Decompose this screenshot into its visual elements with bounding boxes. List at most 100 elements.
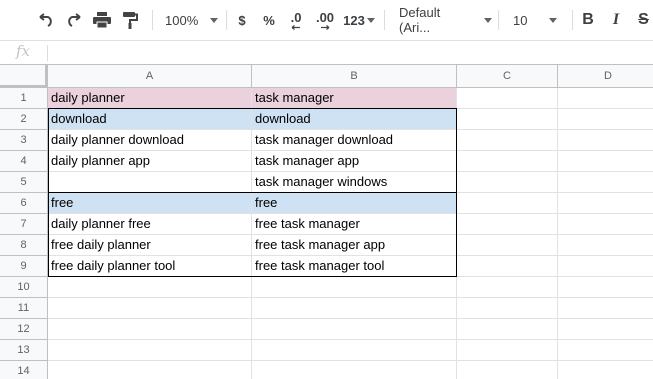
cell-c4[interactable] xyxy=(457,151,558,172)
cell-d3[interactable] xyxy=(558,130,653,151)
cell-a1[interactable]: daily planner xyxy=(48,88,252,109)
toolbar-separator xyxy=(152,10,153,30)
row-header[interactable]: 13 xyxy=(0,340,48,361)
cell-b9[interactable]: free task manager tool xyxy=(252,256,457,277)
zoom-select[interactable]: 100% xyxy=(160,9,222,31)
cell-b5[interactable]: task manager windows xyxy=(252,172,457,193)
column-header-c[interactable]: C xyxy=(457,64,558,88)
italic-button[interactable]: I xyxy=(606,9,626,31)
cell-d4[interactable] xyxy=(558,151,653,172)
row-header[interactable]: 14 xyxy=(0,361,48,379)
cell-a14[interactable] xyxy=(48,361,252,379)
paint-roller-icon xyxy=(123,12,138,29)
cell-a3[interactable]: daily planner download xyxy=(48,130,252,151)
cell-a4[interactable]: daily planner app xyxy=(48,151,252,172)
cell-b8[interactable]: free task manager app xyxy=(252,235,457,256)
cell-d10[interactable] xyxy=(558,277,653,298)
cell-d9[interactable] xyxy=(558,256,653,277)
cell-b11[interactable] xyxy=(252,298,457,319)
column-header-b[interactable]: B xyxy=(252,64,457,88)
chevron-down-icon xyxy=(210,17,219,23)
column-header-d[interactable]: D xyxy=(558,64,653,88)
undo-icon xyxy=(39,13,52,27)
row-header[interactable]: 9 xyxy=(0,256,48,277)
cell-c13[interactable] xyxy=(457,340,558,361)
cell-a8[interactable]: free daily planner xyxy=(48,235,252,256)
cell-c10[interactable] xyxy=(457,277,558,298)
row-header[interactable]: 5 xyxy=(0,172,48,193)
row-header[interactable]: 10 xyxy=(0,277,48,298)
row-header[interactable]: 8 xyxy=(0,235,48,256)
cell-c8[interactable] xyxy=(457,235,558,256)
cell-b7[interactable]: free task manager xyxy=(252,214,457,235)
cell-d2[interactable] xyxy=(558,109,653,130)
percent-format-button[interactable]: % xyxy=(259,9,279,31)
row-header[interactable]: 4 xyxy=(0,151,48,172)
number-format-select[interactable]: 123 xyxy=(341,9,377,31)
cell-d8[interactable] xyxy=(558,235,653,256)
paint-format-button[interactable] xyxy=(118,9,142,31)
font-family-select[interactable]: Default (Ari... xyxy=(392,5,492,35)
cell-a6[interactable]: free xyxy=(48,193,252,214)
select-all-corner[interactable] xyxy=(0,64,48,88)
formula-input[interactable] xyxy=(54,44,644,62)
cell-c3[interactable] xyxy=(457,130,558,151)
cell-d12[interactable] xyxy=(558,319,653,340)
cell-a10[interactable] xyxy=(48,277,252,298)
cell-a9[interactable]: free daily planner tool xyxy=(48,256,252,277)
row-header[interactable]: 12 xyxy=(0,319,48,340)
arrow-right-icon xyxy=(321,24,330,30)
cell-c11[interactable] xyxy=(457,298,558,319)
undo-button[interactable] xyxy=(34,9,58,31)
cell-c12[interactable] xyxy=(457,319,558,340)
row-header[interactable]: 6 xyxy=(0,193,48,214)
font-size-value: 10 xyxy=(513,12,528,28)
row-header[interactable]: 2 xyxy=(0,109,48,130)
font-size-select[interactable]: 10 xyxy=(505,9,569,31)
cell-a5[interactable] xyxy=(48,172,252,193)
cell-b12[interactable] xyxy=(252,319,457,340)
currency-format-button[interactable]: $ xyxy=(232,9,252,31)
cell-d7[interactable] xyxy=(558,214,653,235)
cell-d11[interactable] xyxy=(558,298,653,319)
cell-b10[interactable] xyxy=(252,277,457,298)
cell-a2[interactable]: download xyxy=(48,109,252,130)
cell-b2[interactable]: download xyxy=(252,109,457,130)
cell-d1[interactable] xyxy=(558,88,653,109)
cell-b4[interactable]: task manager app xyxy=(252,151,457,172)
strikethrough-button[interactable]: S xyxy=(634,9,653,31)
cell-b6[interactable]: free xyxy=(252,193,457,214)
zoom-value: 100% xyxy=(165,12,199,28)
cell-c7[interactable] xyxy=(457,214,558,235)
cell-d5[interactable] xyxy=(558,172,653,193)
cell-d14[interactable] xyxy=(558,361,653,379)
percent-label: % xyxy=(263,12,275,28)
redo-button[interactable] xyxy=(62,9,86,31)
print-button[interactable] xyxy=(90,9,114,31)
bold-label: B xyxy=(582,11,594,28)
cell-c14[interactable] xyxy=(457,361,558,379)
cell-b1[interactable]: task manager xyxy=(252,88,457,109)
bold-button[interactable]: B xyxy=(578,9,598,31)
cell-a13[interactable] xyxy=(48,340,252,361)
cell-c9[interactable] xyxy=(457,256,558,277)
cell-a11[interactable] xyxy=(48,298,252,319)
cell-a12[interactable] xyxy=(48,319,252,340)
decrease-decimals-button[interactable]: .0 xyxy=(284,9,308,31)
row-header[interactable]: 1 xyxy=(0,88,48,109)
cell-b14[interactable] xyxy=(252,361,457,379)
cell-d6[interactable] xyxy=(558,193,653,214)
cell-b13[interactable] xyxy=(252,340,457,361)
row-header[interactable]: 7 xyxy=(0,214,48,235)
cell-b3[interactable]: task manager download xyxy=(252,130,457,151)
row-header[interactable]: 3 xyxy=(0,130,48,151)
cell-c1[interactable] xyxy=(457,88,558,109)
cell-a7[interactable]: daily planner free xyxy=(48,214,252,235)
cell-c6[interactable] xyxy=(457,193,558,214)
cell-d13[interactable] xyxy=(558,340,653,361)
column-header-a[interactable]: A xyxy=(48,64,252,88)
row-header[interactable]: 11 xyxy=(0,298,48,319)
cell-c2[interactable] xyxy=(457,109,558,130)
cell-c5[interactable] xyxy=(457,172,558,193)
increase-decimals-button[interactable]: .00 xyxy=(312,9,338,31)
